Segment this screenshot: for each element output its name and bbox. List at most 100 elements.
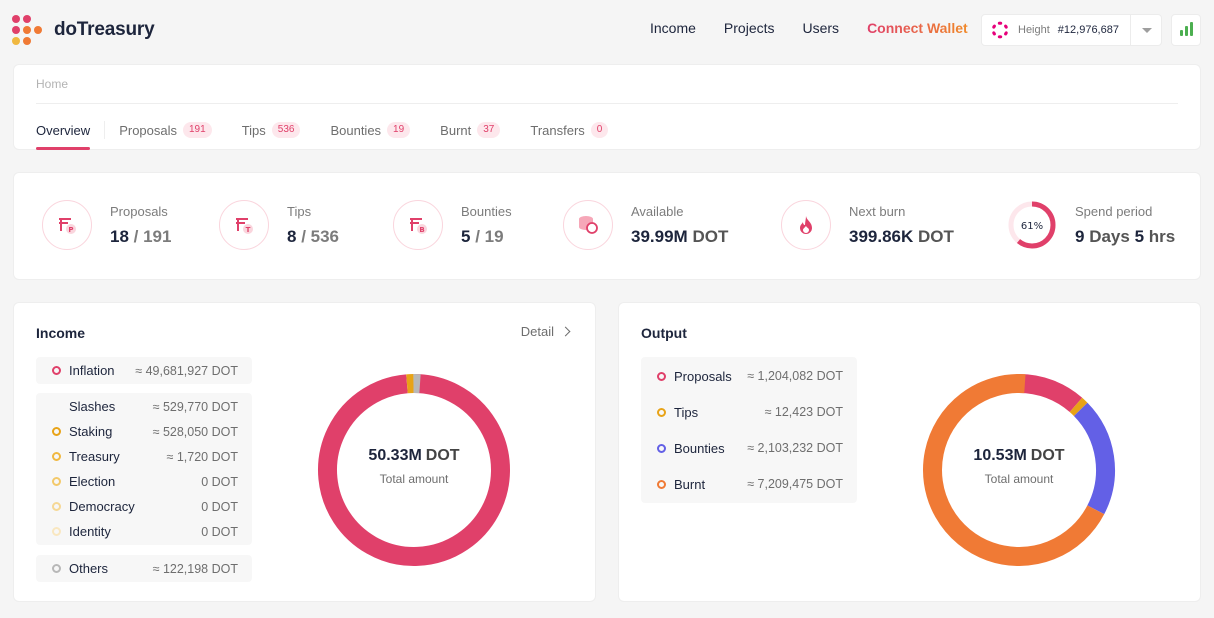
legend-dot-icon — [52, 366, 61, 375]
legend-output: Proposals ≈ 1,204,082 DOT Tips ≈ 12,423 … — [641, 357, 857, 503]
stat-value: 18 / 191 — [110, 226, 172, 246]
tips-icon: T — [219, 200, 269, 250]
stat-available: Available 39.99M DOT — [563, 200, 728, 250]
chevron-right-icon — [560, 326, 571, 337]
stat-next-burn: Next burn 399.86K DOT — [781, 200, 954, 250]
legend-dot-icon — [657, 443, 666, 453]
tab-bar: Overview Proposals 191 Tips 536 Bounties… — [36, 119, 638, 150]
signal-bar-icon — [1189, 22, 1193, 36]
tab-label: Overview — [36, 122, 91, 138]
stat-title: Bounties — [461, 203, 512, 219]
nav-projects[interactable]: Projects — [724, 20, 775, 36]
stat-title: Next burn — [849, 203, 906, 219]
count-badge: 536 — [271, 122, 301, 138]
stat-value: 9 Days 5 hrs — [1075, 226, 1176, 246]
legend-item[interactable]: Staking ≈ 528,050 DOT — [36, 419, 252, 444]
coins-icon — [563, 200, 613, 250]
bounties-icon: B — [393, 200, 443, 250]
stat-title: Spend period — [1075, 203, 1153, 219]
tab-burnt[interactable]: Burnt 37 — [440, 119, 501, 141]
legend-dot-icon — [52, 502, 61, 511]
stat-bounties: B Bounties 5 / 19 — [393, 200, 512, 250]
connect-wallet-button[interactable]: Connect Wallet — [867, 20, 968, 36]
tab-label: Proposals — [119, 122, 177, 138]
output-slice-tips[interactable] — [1069, 397, 1088, 417]
dotreasury-logo-icon — [12, 15, 42, 45]
total-amount: 50.33M DOT — [368, 447, 460, 464]
divider — [104, 121, 106, 139]
tab-transfers[interactable]: Transfers 0 — [530, 119, 609, 141]
flame-icon — [781, 200, 831, 250]
stat-spend-period: 61% Spend period 9 Days 5 hrs — [1007, 200, 1175, 250]
income-detail-link[interactable]: Detail — [521, 324, 571, 339]
panel-title: Income — [36, 325, 86, 341]
output-donut-chart: 10.53M DOT Total amount — [919, 370, 1119, 570]
legend-item[interactable]: Tips ≈ 12,423 DOT — [641, 394, 857, 430]
count-badge: 37 — [477, 122, 501, 138]
stat-value: 8 / 536 — [287, 226, 340, 246]
tab-label: Bounties — [330, 122, 382, 138]
legend-item[interactable]: Treasury ≈ 1,720 DOT — [36, 444, 252, 469]
tab-label: Tips — [241, 122, 266, 138]
divider — [1130, 15, 1131, 45]
legend-dot-icon — [657, 479, 666, 489]
top-header: doTreasury Income Projects Users Connect… — [0, 0, 1214, 62]
total-amount: 10.53M DOT — [973, 447, 1065, 464]
stat-title: Tips — [287, 203, 312, 219]
brand-logo[interactable]: doTreasury — [12, 15, 155, 45]
nav-users[interactable]: Users — [803, 20, 840, 36]
tabs-card: Home Overview Proposals 191 Tips 536 Bou… — [13, 64, 1201, 150]
legend-others: Others ≈ 122,198 DOT — [36, 555, 252, 582]
legend-item[interactable]: Others ≈ 122,198 DOT — [36, 556, 252, 581]
legend-dot-icon — [52, 477, 61, 486]
tab-label: Burnt — [440, 122, 472, 138]
legend-dot-icon — [657, 371, 666, 381]
node-signal-button[interactable] — [1171, 14, 1201, 46]
brand-name: doTreasury — [54, 19, 155, 40]
height-value: #12,976,687 — [1057, 24, 1119, 36]
svg-text:61%: 61% — [1021, 221, 1043, 232]
legend-item[interactable]: Democracy 0 DOT — [36, 494, 252, 519]
count-badge: 19 — [387, 122, 411, 138]
chevron-down-icon[interactable] — [1142, 28, 1152, 33]
legend-dot-icon — [52, 402, 61, 411]
legend-dot-icon — [52, 452, 61, 461]
signal-bar-icon — [1184, 26, 1188, 36]
donut-center: 10.53M DOT Total amount — [919, 447, 1119, 486]
signal-bar-icon — [1179, 30, 1183, 36]
tab-bounties[interactable]: Bounties 19 — [330, 119, 411, 141]
divider — [36, 103, 1178, 104]
legend-item[interactable]: Inflation ≈ 49,681,927 DOT — [36, 358, 252, 383]
nav-income[interactable]: Income — [650, 20, 696, 36]
stat-value: 39.99M DOT — [631, 226, 729, 246]
svg-text:T: T — [246, 226, 251, 234]
output-panel: Output Proposals ≈ 1,204,082 DOT Tips ≈ … — [618, 302, 1201, 602]
breadcrumb[interactable]: Home — [36, 77, 68, 91]
stat-value: 399.86K DOT — [849, 226, 954, 246]
legend-item[interactable]: Burnt ≈ 7,209,475 DOT — [641, 466, 857, 502]
legend-item[interactable]: Identity 0 DOT — [36, 519, 252, 544]
main-nav: Income Projects Users Connect Wallet — [650, 20, 996, 36]
legend-item[interactable]: Slashes ≈ 529,770 DOT — [36, 394, 252, 419]
legend-item[interactable]: Bounties ≈ 2,103,232 DOT — [641, 430, 857, 466]
svg-text:P: P — [68, 226, 73, 234]
output-slice-proposals[interactable] — [1018, 374, 1083, 413]
legend-inflation: Inflation ≈ 49,681,927 DOT — [36, 357, 252, 384]
legend-item[interactable]: Election 0 DOT — [36, 469, 252, 494]
stat-tips: T Tips 8 / 536 — [219, 200, 339, 250]
spend-period-progress: 61% — [1007, 200, 1057, 250]
legend-dot-icon — [657, 407, 666, 417]
panel-title: Output — [641, 325, 687, 341]
income-donut-chart: 50.33M DOT Total amount — [314, 370, 514, 570]
legend-dot-icon — [52, 564, 61, 573]
height-label: Height — [1018, 24, 1050, 36]
stat-title: Available — [631, 203, 684, 219]
chain-selector[interactable]: Height #12,976,687 — [981, 14, 1162, 46]
tab-tips[interactable]: Tips 536 — [242, 119, 301, 141]
tab-overview[interactable]: Overview — [36, 119, 91, 150]
total-label: Total amount — [379, 472, 449, 486]
legend-dot-icon — [52, 527, 61, 536]
tab-proposals[interactable]: Proposals 191 — [119, 119, 212, 141]
donut-center: 50.33M DOT Total amount — [314, 447, 514, 486]
legend-item[interactable]: Proposals ≈ 1,204,082 DOT — [641, 358, 857, 394]
